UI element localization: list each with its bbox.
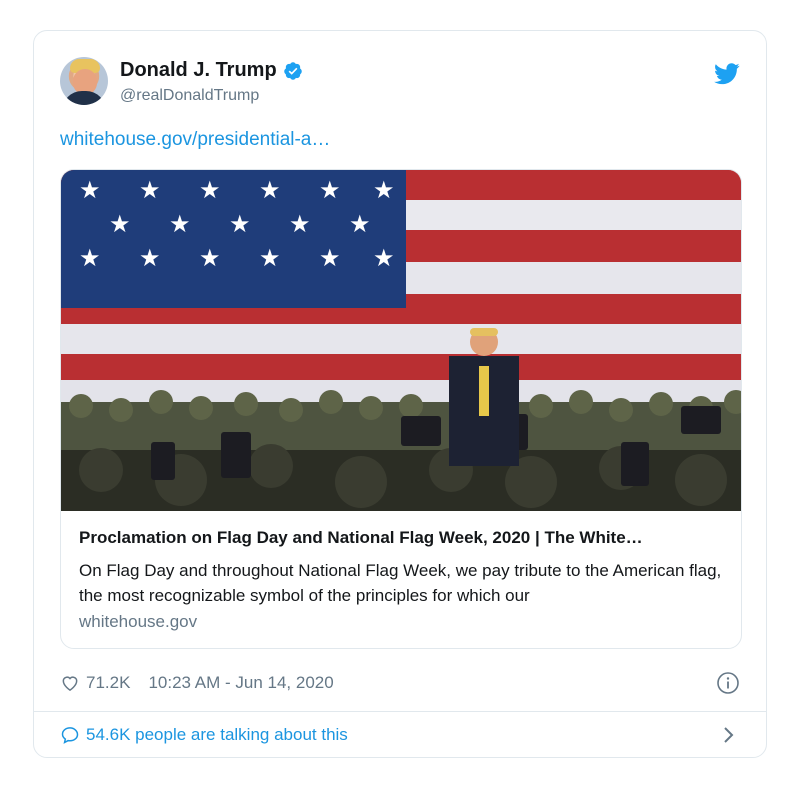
link-card-title: Proclamation on Flag Day and National Fl…: [79, 528, 643, 547]
author-name[interactable]: Donald J. Trump: [120, 59, 277, 82]
svg-text:★: ★: [109, 210, 131, 238]
author-handle[interactable]: @realDonaldTrump: [120, 87, 259, 105]
svg-text:★: ★: [199, 176, 221, 204]
chevron-right-icon[interactable]: [722, 725, 736, 745]
preview-image: ★ ★ ★ ★ ★ ★ ★ ★ ★ ★ ★ ★ ★ ★ ★ ★ ★: [61, 170, 741, 511]
svg-text:★: ★: [319, 176, 341, 204]
svg-text:★: ★: [139, 176, 161, 204]
svg-text:★: ★: [259, 176, 281, 204]
svg-text:★: ★: [319, 244, 341, 272]
info-icon[interactable]: [716, 671, 740, 695]
svg-text:★: ★: [79, 176, 101, 204]
tweet-timestamp[interactable]: 10:23 AM - Jun 14, 2020: [148, 673, 333, 693]
link-preview-card[interactable]: ★ ★ ★ ★ ★ ★ ★ ★ ★ ★ ★ ★ ★ ★ ★ ★ ★ Procla…: [60, 169, 742, 649]
conversation-count[interactable]: 54.6K people are talking about this: [86, 725, 348, 745]
flag-photo-illustration: ★ ★ ★ ★ ★ ★ ★ ★ ★ ★ ★ ★ ★ ★ ★ ★ ★: [61, 170, 741, 511]
svg-text:★: ★: [373, 244, 395, 272]
svg-text:★: ★: [139, 244, 161, 272]
verified-badge-icon: [283, 61, 302, 80]
tweet-header: Donald J. Trump @realDonaldTrump: [60, 57, 740, 113]
twitter-bird-icon[interactable]: [714, 63, 740, 85]
avatar[interactable]: [60, 57, 108, 105]
link-card-domain: whitehouse.gov: [79, 612, 198, 631]
tweet-meta-row: 71.2K 10:23 AM - Jun 14, 2020: [60, 669, 740, 697]
author-name-row[interactable]: Donald J. Trump: [120, 59, 303, 82]
footer-divider: [34, 711, 766, 712]
tweet-embed-card: Donald J. Trump @realDonaldTrump whiteho…: [33, 30, 767, 758]
svg-text:★: ★: [289, 210, 311, 238]
tweet-link[interactable]: whitehouse.gov/presidential-a…: [60, 129, 330, 151]
svg-text:★: ★: [259, 244, 281, 272]
conversation-link[interactable]: 54.6K people are talking about this: [60, 721, 740, 749]
svg-text:★: ★: [349, 210, 371, 238]
svg-text:★: ★: [169, 210, 191, 238]
svg-text:★: ★: [79, 244, 101, 272]
like-count[interactable]: 71.2K: [86, 673, 130, 693]
link-card-description: On Flag Day and throughout National Flag…: [79, 561, 722, 605]
svg-text:★: ★: [199, 244, 221, 272]
heart-icon[interactable]: [60, 673, 80, 693]
speech-bubble-icon: [61, 727, 79, 744]
svg-text:★: ★: [229, 210, 251, 238]
svg-text:★: ★: [373, 176, 395, 204]
